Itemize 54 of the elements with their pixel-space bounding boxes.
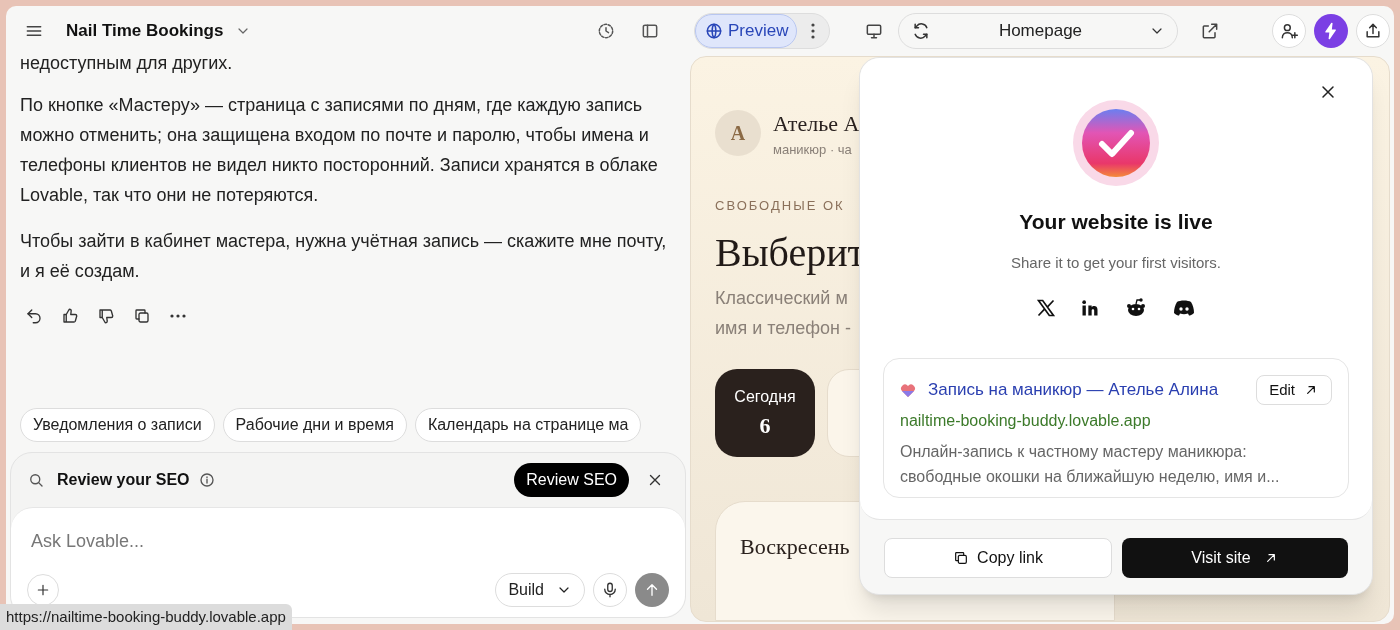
globe-icon	[704, 21, 724, 41]
copy-icon	[953, 550, 970, 566]
seo-prompt-label: Review your SEO	[57, 470, 190, 490]
site-name: Ателье А	[773, 110, 860, 138]
visit-site-button[interactable]: Visit site	[1122, 538, 1348, 578]
heart-logo-icon	[900, 382, 916, 398]
info-icon	[197, 471, 216, 489]
preview-tab[interactable]: Preview	[695, 14, 798, 48]
search-icon	[27, 471, 45, 489]
more-vertical-icon	[811, 23, 816, 39]
site-url: nailtime-booking-buddy.lovable.app	[900, 411, 1152, 431]
share-icon	[1363, 21, 1383, 41]
sidebar-icon	[640, 21, 660, 41]
project-name-dropdown[interactable]: Nail Time Bookings	[66, 18, 252, 44]
suggestion-chip[interactable]: Рабочие дни и время	[222, 408, 407, 442]
day-card-title: Воскресень	[740, 534, 850, 559]
upgrade-button[interactable]	[1314, 14, 1348, 48]
suggestion-chip[interactable]: Календарь на странице ма	[414, 408, 642, 442]
avatar: А	[715, 110, 761, 157]
edit-button[interactable]: Edit	[1256, 375, 1332, 405]
page-heading: Выберит	[715, 229, 866, 277]
chat-paragraph: недоступным для других.	[20, 56, 234, 75]
thumbs-up-icon	[61, 307, 79, 325]
user-add-icon	[1279, 21, 1299, 41]
chat-paragraph: По кнопке «Мастеру» — страница с записями по дням, где каждую запись можно отменить; она защищена входом по почте и паролю, чтобы имена и телефоны клиентов не видел никто посторонний. Записи хранятся в облаке Lovable, так что они не потеряются.	[20, 94, 659, 207]
section-eyebrow: СВОБОДНЫЕ ОК	[715, 196, 845, 215]
site-subtitle: маникюр · ча	[773, 141, 853, 159]
invite-button[interactable]	[1272, 14, 1306, 48]
thumbs-down-icon	[97, 307, 115, 325]
intro-text: Классический м	[715, 287, 848, 310]
undo-icon	[25, 307, 43, 325]
page-selector[interactable]: Homepage	[898, 13, 1179, 49]
chat-paragraph: Чтобы зайти в кабинет мастера, нужна учётная запись — скажите мне почту, и я её создам.	[20, 230, 668, 283]
intro-text: имя и телефон -	[715, 317, 851, 340]
more-icon	[170, 314, 186, 318]
copy-link-button[interactable]: Copy link	[884, 538, 1112, 578]
history-icon	[596, 21, 616, 41]
copy-icon	[133, 307, 151, 325]
link-status-bar: https://nailtime-booking-buddy.lovable.app	[0, 604, 292, 630]
plus-icon	[35, 582, 51, 598]
popup-subtitle: Share it to get your first visitors.	[1010, 252, 1222, 273]
site-title-link[interactable]: Запись на маникюр — Ателье Алина	[928, 377, 1219, 403]
microphone-icon	[601, 581, 619, 599]
chat-input[interactable]: Ask Lovable...	[31, 528, 665, 555]
popup-title: Your website is live	[1019, 209, 1213, 235]
suggestion-chip[interactable]: Уведомления о записи	[20, 408, 215, 442]
linkedin-logo-icon[interactable]	[1080, 298, 1100, 318]
checkmark-badge-icon	[1073, 100, 1159, 186]
x-logo-icon[interactable]	[1036, 298, 1056, 318]
review-seo-button[interactable]: Review SEO	[514, 463, 629, 497]
publish-button[interactable]	[1356, 14, 1390, 48]
day-button[interactable]: Сегодня 6	[715, 369, 815, 457]
send-button[interactable]	[635, 573, 669, 607]
site-description: Онлайн-запись к частному мастеру маникюра: свободные окошки на ближайшую неделю, имя и...	[900, 442, 1281, 487]
